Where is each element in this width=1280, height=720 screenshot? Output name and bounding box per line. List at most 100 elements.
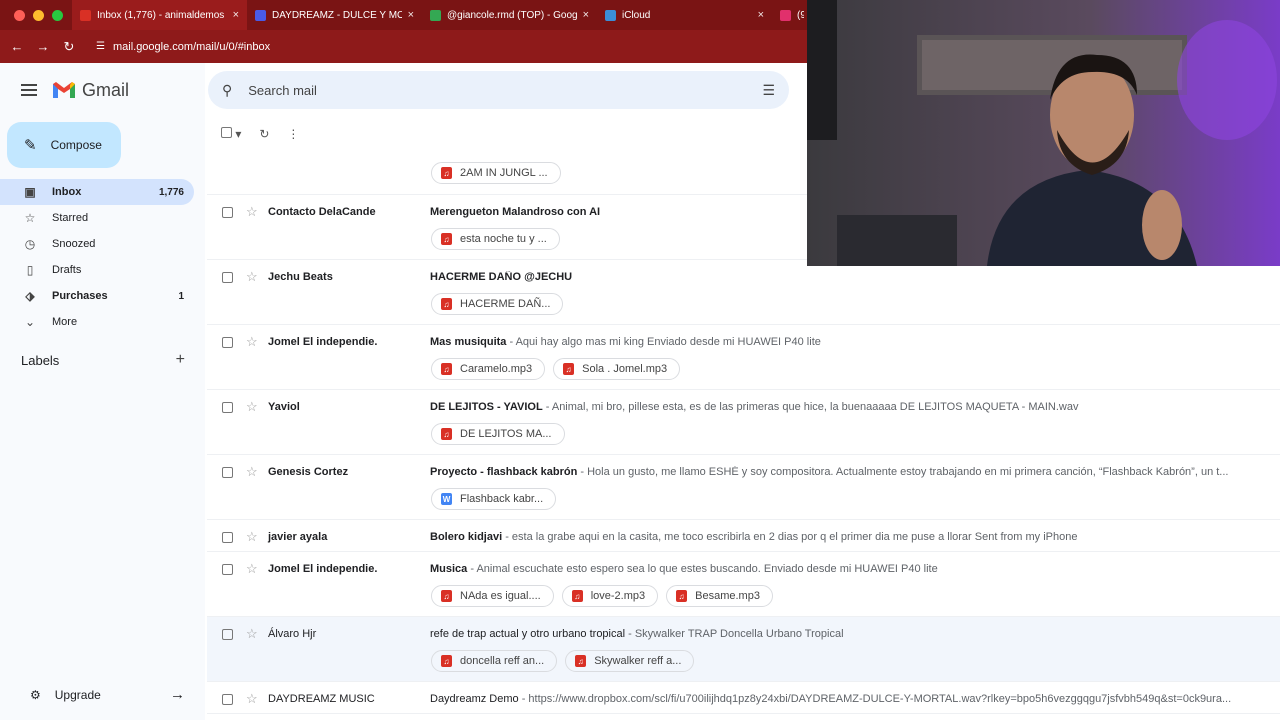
row-checkbox[interactable] (222, 207, 233, 218)
attachment-chips: ♫ doncella reff an... ♫ Skywalker reff a... (431, 650, 695, 672)
attachment-chip[interactable]: ♫ love-2.mp3 (561, 585, 659, 607)
sidebar-item-more[interactable]: ⌄ More (0, 309, 194, 335)
email-row[interactable]: ☆ Genesis Cortez Proyecto - flashback kabr… (207, 455, 1280, 520)
attachment-chip[interactable]: ♫ Caramelo.mp3 (431, 358, 546, 380)
email-row[interactable]: ☆ DAYDREAMZ MUSIC Daydreamz Demo - https:/… (207, 682, 1280, 714)
row-checkbox[interactable] (222, 337, 233, 348)
sidebar-item-snoozed[interactable]: ◷ Snoozed (0, 231, 194, 257)
browser-tab[interactable]: iCloud × (597, 0, 772, 30)
attachment-chip[interactable]: ♫ Skywalker reff a... (565, 650, 695, 672)
tab-close-icon[interactable]: × (408, 9, 414, 21)
reload-icon[interactable]: ↻ (56, 39, 82, 55)
search-icon[interactable]: ⚲ (222, 82, 232, 99)
upgrade-badge-icon: ⚙ (30, 687, 41, 702)
gmail-m-icon (53, 82, 75, 98)
attachment-chip[interactable]: ♫ doncella reff an... (431, 650, 558, 672)
tab-favicon-icon (430, 9, 441, 21)
row-checkbox[interactable] (222, 467, 233, 478)
tab-title: (9) (797, 9, 804, 21)
star-icon[interactable]: ☆ (246, 626, 258, 642)
attachment-name: NAda es igual.... (460, 590, 541, 602)
attachment-chip[interactable]: ♫ 2AM IN JUNGL ... (431, 162, 561, 184)
star-icon[interactable]: ☆ (246, 269, 258, 285)
star-icon[interactable]: ☆ (246, 529, 258, 545)
audio-file-icon: ♫ (441, 233, 452, 245)
attachment-chip[interactable]: W Flashback kabr... (431, 488, 557, 510)
email-row[interactable]: ☆ Jomel El independie. Mas musiquita - Aqu… (207, 325, 1280, 390)
email-snippet: - Animal escuchate esto espero sea lo qu… (467, 563, 938, 575)
browser-tab[interactable]: DAYDREAMZ - DULCE Y MOR × (247, 0, 422, 30)
back-arrow-icon[interactable]: ← (4, 39, 30, 54)
upgrade-button[interactable]: ⚙ Upgrade → (30, 686, 185, 703)
row-checkbox[interactable] (222, 402, 233, 413)
refresh-icon[interactable]: ↻ (259, 127, 269, 141)
labels-section: Labels + (0, 351, 205, 369)
sidebar-item-starred[interactable]: ☆ Starred (0, 205, 194, 231)
zoom-window-button[interactable] (52, 9, 63, 21)
url-text: mail.google.com/mail/u/0/#inbox (112, 40, 271, 53)
tab-close-icon[interactable]: × (233, 9, 239, 21)
sidebar-item-label: More (52, 316, 78, 328)
tab-close-icon[interactable]: × (758, 9, 764, 21)
attachment-chip[interactable]: ♫ Besame.mp3 (666, 585, 773, 607)
email-snippet: - Animal, mi bro, pillese esta, es de la… (542, 401, 1079, 413)
gmail-logo[interactable]: Gmail (52, 80, 129, 101)
sidebar-item-label: Inbox (52, 186, 82, 198)
row-checkbox[interactable] (222, 532, 233, 543)
row-checkbox[interactable] (222, 272, 233, 283)
attachment-chips: ♫ DE LEJITOS MA... (431, 423, 565, 445)
row-checkbox[interactable] (222, 629, 233, 640)
browser-tab[interactable]: (9) (772, 0, 812, 30)
star-icon[interactable]: ☆ (246, 399, 258, 415)
browser-tab[interactable]: @giancole.rmd (TOP) - Goog × (422, 0, 597, 30)
compose-button[interactable]: ✎ Compose (7, 122, 121, 168)
email-subject-line: Proyecto - flashback kabrón - Hola un gu… (430, 466, 1266, 478)
search-options-icon[interactable]: ☰ (762, 82, 775, 99)
attachment-chip[interactable]: ♫ NAda es igual.... (431, 585, 554, 607)
browser-tab[interactable]: Inbox (1,776) - animaldemos × (72, 0, 247, 30)
star-icon[interactable]: ☆ (246, 334, 258, 350)
star-icon[interactable]: ☆ (246, 204, 258, 220)
sidebar-item-drafts[interactable]: ▯ Drafts (0, 257, 194, 283)
email-row[interactable]: ☆ Álvaro Hjr refe de trap actual y otro ur… (207, 617, 1280, 682)
email-row[interactable]: ☆ Yaviol DE LEJITOS - YAVIOL - Animal, mi … (207, 390, 1280, 455)
tab-title: iCloud (622, 9, 651, 21)
attachment-name: HACERME DAÑ... (460, 298, 551, 310)
email-subject: Mas musiquita (430, 336, 507, 348)
sidebar-item-inbox[interactable]: ▣ Inbox 1,776 (0, 179, 194, 205)
site-settings-icon[interactable]: ☰ (96, 41, 105, 52)
star-icon[interactable]: ☆ (246, 464, 258, 480)
add-label-icon[interactable]: + (176, 351, 185, 369)
row-checkbox[interactable] (222, 564, 233, 575)
attachment-chip[interactable]: ♫ Sola . Jomel.mp3 (553, 358, 681, 380)
attachment-name: Caramelo.mp3 (460, 363, 533, 375)
forward-arrow-icon[interactable]: → (30, 39, 56, 54)
attachment-chip[interactable]: ♫ esta noche tu y ... (431, 228, 560, 250)
audio-file-icon: ♫ (563, 363, 575, 375)
tab-close-icon[interactable]: × (583, 9, 589, 21)
email-row[interactable]: ☆ Jechu Beats HACERME DAÑO @JECHU ♫ HACERME … (207, 260, 1280, 325)
email-subject-line: HACERME DAÑO @JECHU (430, 271, 1266, 283)
email-row[interactable]: ☆ javier ayala Bolero kidjavi - esta la gr… (207, 520, 1280, 552)
email-row[interactable]: ☆ Jomel El independie. Musica - Animal esc… (207, 552, 1280, 617)
more-vert-icon[interactable]: ⋮ (287, 127, 299, 141)
star-icon[interactable]: ☆ (246, 561, 258, 577)
close-window-button[interactable] (14, 9, 25, 21)
url-field[interactable]: ☰ mail.google.com/mail/u/0/#inbox (96, 41, 270, 53)
star-icon[interactable]: ☆ (246, 691, 258, 707)
attachment-chip[interactable]: ♫ DE LEJITOS MA... (431, 423, 565, 445)
minimize-window-button[interactable] (33, 9, 44, 21)
audio-file-icon: ♫ (441, 590, 452, 602)
search-bar[interactable]: ⚲ Search mail ☰ (208, 71, 789, 109)
tab-favicon-icon (605, 9, 616, 21)
attachment-chip[interactable]: ♫ HACERME DAÑ... (431, 293, 564, 315)
email-subject-line: Bolero kidjavi - esta la grabe aqui en l… (430, 531, 1266, 543)
tab-title: Inbox (1,776) - animaldemos (97, 9, 225, 21)
main-menu-icon[interactable] (21, 84, 37, 96)
row-checkbox[interactable] (222, 694, 233, 705)
sidebar-item-purchases[interactable]: ⬗ Purchases 1 (0, 283, 194, 309)
search-input[interactable]: Search mail (248, 83, 317, 98)
unread-count: 1,776 (158, 186, 184, 198)
select-all-checkbox[interactable]: ▾ (221, 127, 241, 141)
email-sender: Contacto DelaCande (268, 206, 376, 218)
